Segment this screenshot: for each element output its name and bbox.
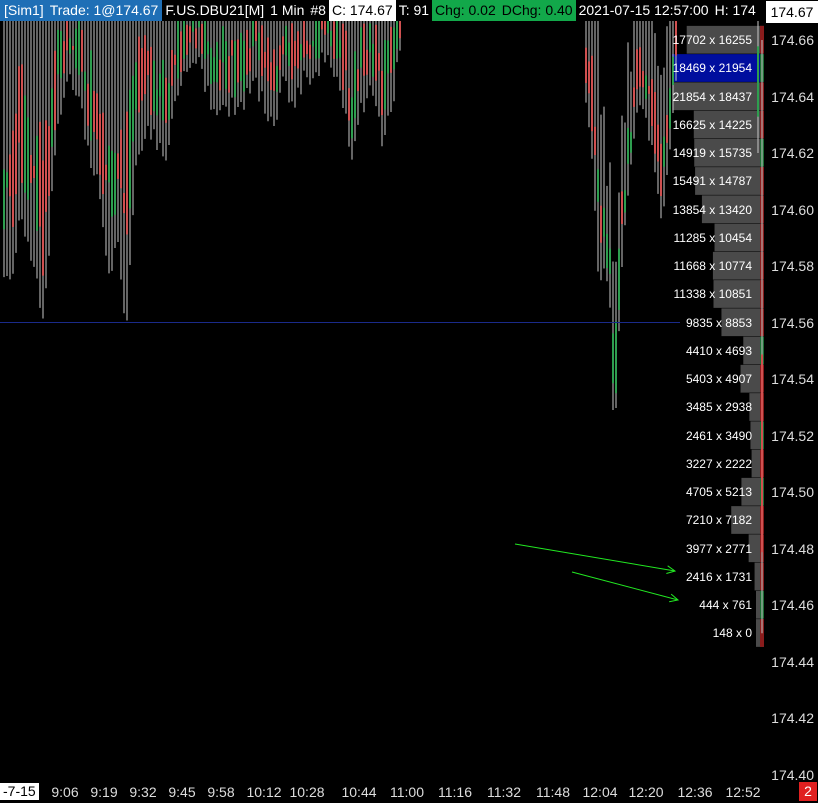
price-tick-label: 174.64 xyxy=(771,88,814,105)
price-tick-label: 174.62 xyxy=(771,145,814,161)
price-tick-label: 174.52 xyxy=(771,427,814,444)
volume-profile-row: 3227 x 2222 xyxy=(685,456,752,471)
price-tick-label: 174.42 xyxy=(771,710,814,726)
time-tick-label: 10:44 xyxy=(341,784,377,800)
volume-profile-row: 18469 x 21954 xyxy=(672,61,752,76)
time-tick-label: 9:45 xyxy=(168,784,196,800)
trade-label: Trade: 1@174.67 xyxy=(47,0,163,21)
time-axis[interactable]: -7-15 2 9:06 9:19 9:32 9:45 9:58 10:12 10:28 10… xyxy=(0,780,818,803)
time-tick-label: 11:00 xyxy=(390,784,424,800)
volume-profile-row: 11285 x 10454 xyxy=(673,230,752,245)
price-tick-label: 174.54 xyxy=(771,371,814,387)
price-tick-label: 174.56 xyxy=(771,314,814,331)
volume-profile-row: 3977 x 2771 xyxy=(685,541,752,556)
high-label: H: 174 xyxy=(711,0,759,21)
time-tick-label: 12:36 xyxy=(677,784,713,800)
time-tick-label: 10:12 xyxy=(246,784,282,800)
time-tick-label: 10:28 xyxy=(289,784,325,800)
volume-profile-row: 5403 x 4907 xyxy=(685,372,752,386)
chart-area[interactable]: 17702 x 16255 18469 x 21954 21854 x 18437 1… xyxy=(0,0,766,780)
volume-profile-row: 3485 x 2938 xyxy=(685,400,752,415)
volume-profile-row: 14919 x 15735 xyxy=(672,146,752,160)
datetime-label: 2021-07-15 12:57:00 xyxy=(575,0,712,21)
chart-header: [Sim1] Trade: 1@174.67 F.US.DBU21[M] 1 M… xyxy=(0,0,759,21)
instrument-label[interactable]: F.US.DBU21[M] xyxy=(162,0,268,21)
close-price-label: C: 174.67 xyxy=(328,0,396,21)
volume-profile-row: 16625 x 14225 xyxy=(672,117,752,132)
time-tick-label: 9:06 xyxy=(51,784,79,800)
volume-profile-row: 4705 x 5213 xyxy=(685,485,752,499)
time-tick-label: 11:32 xyxy=(487,784,521,800)
price-tick-label: 174.58 xyxy=(771,258,814,274)
bar-number-label: #8 xyxy=(307,0,329,21)
volume-profile-row: 21854 x 18437 xyxy=(672,89,752,104)
date-label: -7-15 xyxy=(0,783,39,800)
daily-change-label: DChg: 0.40 xyxy=(498,0,576,21)
time-tick-label: 9:32 xyxy=(129,784,157,800)
time-tick-label: 9:58 xyxy=(207,784,235,800)
volume-profile-row: 15491 x 14787 xyxy=(672,174,752,189)
price-axis[interactable]: 174.66 174.64 174.62 174.60 174.58 174.56 174.… xyxy=(766,0,818,783)
volume-profile-row: 11338 x 10851 xyxy=(673,287,752,302)
price-tick-label: 174.50 xyxy=(771,484,814,500)
volume-profile-row: 444 x 761 xyxy=(699,598,752,612)
tick-count-label: T: 91 xyxy=(395,0,433,21)
volume-profile-row: 4410 x 4693 xyxy=(685,343,752,358)
volume-profile-row: 2461 x 3490 xyxy=(685,428,752,443)
time-tick-label: 12:52 xyxy=(725,784,761,800)
account-label[interactable]: [Sim1] xyxy=(0,0,48,21)
volume-profile-row: 148 x 0 xyxy=(712,626,752,641)
interval-label[interactable]: 1 Min xyxy=(267,0,308,21)
price-tick-label: 174.44 xyxy=(771,653,814,670)
change-label: Chg: 0.02 xyxy=(432,0,499,21)
time-tick-label: 11:48 xyxy=(536,784,570,800)
alert-badge[interactable]: 2 xyxy=(799,782,817,801)
price-tick-label: 174.66 xyxy=(771,32,814,48)
volume-profile-row: 13854 x 13420 xyxy=(672,202,752,217)
volume-profile-text: 17702 x 16255 18469 x 21954 21854 x 18437 1… xyxy=(0,0,766,780)
volume-profile-row: 7210 x 7182 xyxy=(685,513,752,528)
volume-profile-row: 2416 x 1731 xyxy=(685,569,752,584)
time-tick-label: 9:19 xyxy=(90,784,118,800)
price-tick-label: 174.48 xyxy=(771,540,814,557)
price-tick-label: 174.60 xyxy=(771,201,814,218)
time-tick-label: 12:20 xyxy=(628,784,664,800)
price-tick-label: 174.46 xyxy=(771,597,814,613)
time-tick-label: 11:16 xyxy=(438,784,472,800)
time-tick-label: 12:04 xyxy=(582,784,618,800)
volume-profile-row: 9835 x 8853 xyxy=(685,315,752,330)
volume-profile-row: 17702 x 16255 xyxy=(672,33,752,47)
volume-profile-row: 11668 x 10774 xyxy=(673,259,752,273)
last-price-marker: 174.67 xyxy=(766,1,818,23)
